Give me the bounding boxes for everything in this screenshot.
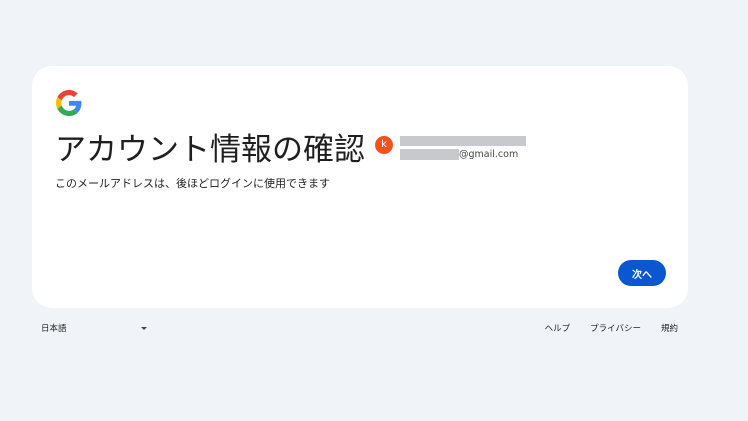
account-text: @gmail.com: [400, 136, 530, 166]
signin-card: アカウント情報の確認 このメールアドレスは、後ほどログインに使用できます k @…: [32, 66, 688, 308]
google-logo-icon: [56, 90, 82, 116]
next-button[interactable]: 次へ: [618, 260, 666, 286]
page: アカウント情報の確認 このメールアドレスは、後ほどログインに使用できます k @…: [0, 0, 748, 421]
page-title: アカウント情報の確認: [55, 132, 365, 168]
dropdown-caret-icon: [141, 326, 147, 330]
footer-links: ヘルプ プライバシー 規約: [525, 322, 678, 334]
avatar: k: [375, 136, 393, 154]
language-label: 日本語: [41, 324, 67, 334]
footer: 日本語 ヘルプ プライバシー 規約: [32, 318, 688, 338]
account-name-redacted: [400, 136, 526, 146]
account-chip[interactable]: k @gmail.com: [375, 136, 530, 166]
language-select[interactable]: 日本語: [41, 322, 151, 334]
footer-link-help[interactable]: ヘルプ: [545, 322, 571, 334]
account-email-redacted: [400, 149, 459, 160]
footer-link-privacy[interactable]: プライバシー: [590, 322, 641, 334]
page-subtitle: このメールアドレスは、後ほどログインに使用できます: [55, 177, 330, 190]
account-email: @gmail.com: [459, 149, 519, 160]
footer-link-terms[interactable]: 規約: [661, 322, 678, 334]
